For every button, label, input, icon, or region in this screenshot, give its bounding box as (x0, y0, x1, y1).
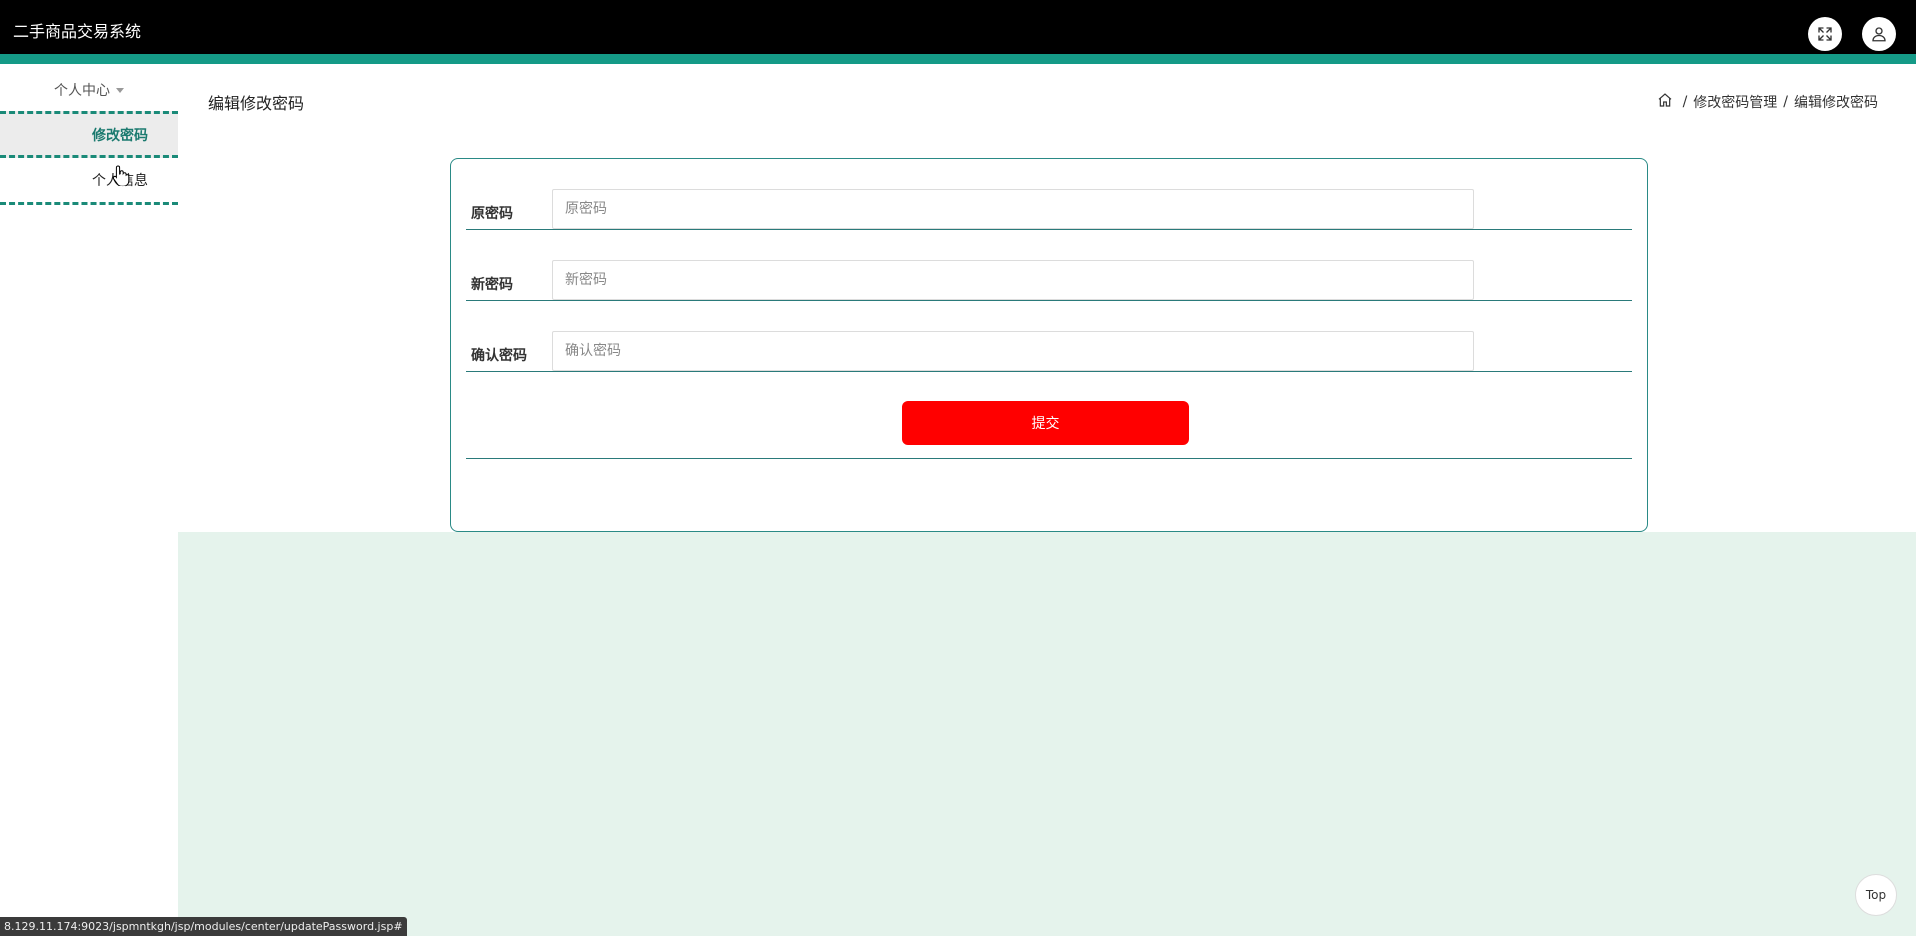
form-row-new-password: 新密码 (466, 230, 1632, 301)
password-form: 原密码 新密码 确认密码 提交 (450, 158, 1648, 532)
new-password-label: 新密码 (471, 277, 513, 293)
old-password-input[interactable] (552, 189, 1474, 229)
caret-down-icon (116, 87, 124, 93)
confirm-password-input[interactable] (552, 331, 1474, 371)
sidebar: 个人中心 修改密码 个人信息 (0, 64, 178, 936)
fullscreen-icon[interactable] (1808, 17, 1842, 51)
old-password-label: 原密码 (471, 206, 513, 222)
form-row-old-password: 原密码 (466, 159, 1632, 230)
sidebar-item-label: 修改密码 (92, 127, 148, 144)
back-to-top-button[interactable]: Top (1855, 874, 1897, 916)
form-row-submit: 提交 (466, 385, 1632, 459)
breadcrumb-item-current: 编辑修改密码 (1794, 95, 1878, 111)
header-accent-bar (0, 54, 1916, 64)
breadcrumb-item-password-management[interactable]: 修改密码管理 (1693, 92, 1777, 112)
new-password-input[interactable] (552, 260, 1474, 300)
home-icon[interactable] (1657, 92, 1677, 112)
user-icon[interactable] (1862, 17, 1896, 51)
breadcrumb: / 修改密码管理 / 编辑修改密码 (1657, 92, 1878, 112)
form-row-confirm-password: 确认密码 (466, 301, 1632, 372)
page-title: 编辑修改密码 (208, 94, 305, 113)
confirm-password-label: 确认密码 (471, 348, 527, 364)
sidebar-group-personal-center[interactable]: 个人中心 (0, 76, 178, 104)
submit-button[interactable]: 提交 (902, 401, 1189, 445)
sidebar-item-change-password[interactable]: 修改密码 (0, 111, 178, 158)
status-bar-url: 8.129.11.174:9023/jspmntkgh/jsp/modules/… (0, 917, 407, 936)
breadcrumb-separator: / (1682, 94, 1688, 110)
app-title: 二手商品交易系统 (13, 22, 142, 41)
breadcrumb-separator: / (1783, 94, 1788, 110)
hand-cursor-icon (112, 165, 130, 186)
sidebar-item-personal-info[interactable]: 个人信息 (0, 158, 178, 205)
content-background (178, 532, 1916, 936)
top-bar: 二手商品交易系统 (0, 0, 1916, 54)
sidebar-group-label: 个人中心 (54, 83, 110, 99)
